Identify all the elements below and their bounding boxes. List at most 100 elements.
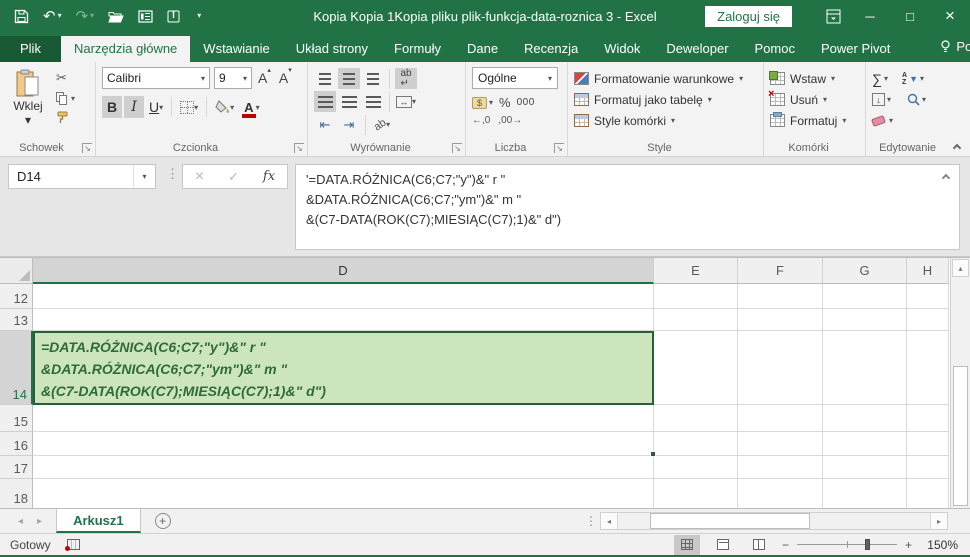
macro-record-icon[interactable] <box>67 539 80 550</box>
autosum-button[interactable]: ∑▾ <box>872 71 888 87</box>
decrease-indent-button[interactable]: ⇤ <box>314 114 336 135</box>
tab-help[interactable]: Pomoc <box>742 36 808 62</box>
sheet-nav-right-icon[interactable]: ▸ <box>37 516 42 527</box>
cell-D15[interactable] <box>33 405 654 432</box>
cell-styles-button[interactable]: Style komórki▾ <box>574 110 759 131</box>
zoom-slider[interactable]: − + <box>782 538 912 552</box>
tab-view[interactable]: Widok <box>591 36 653 62</box>
row-header-14[interactable]: 14 <box>0 331 33 405</box>
cell-G18[interactable] <box>823 479 907 508</box>
save-icon[interactable] <box>14 9 29 24</box>
collapse-formula-bar-icon[interactable] <box>942 174 950 182</box>
cell-G15[interactable] <box>823 405 907 432</box>
name-box[interactable]: D14 ▾ <box>8 164 156 189</box>
cell-D12[interactable] <box>33 284 654 309</box>
zoom-level[interactable]: 150% <box>922 538 958 552</box>
formula-bar-input[interactable]: '=DATA.RÓŻNICA(C6;C7;"y")&" r " &DATA.RÓ… <box>295 164 960 250</box>
increase-indent-button[interactable]: ⇥ <box>338 114 360 135</box>
cell-G12[interactable] <box>823 284 907 309</box>
format-cells-button[interactable]: Formatuj▾ <box>770 110 861 131</box>
cell-E15[interactable] <box>654 405 738 432</box>
row-header-18[interactable]: 18 <box>0 479 33 508</box>
undo-caret-icon[interactable]: ▾ <box>58 12 62 20</box>
cell-H17[interactable] <box>907 456 949 479</box>
cell-H18[interactable] <box>907 479 949 508</box>
percent-style-button[interactable]: % <box>499 95 511 110</box>
column-header-F[interactable]: F <box>738 258 823 284</box>
underline-button[interactable]: U▾ <box>146 96 166 118</box>
orientation-button[interactable]: ab▾ <box>371 114 393 135</box>
align-top-button[interactable] <box>314 68 336 89</box>
new-sheet-icon[interactable]: + <box>155 513 171 529</box>
cell-E17[interactable] <box>654 456 738 479</box>
zoom-out-icon[interactable]: − <box>782 538 789 552</box>
cell-H15[interactable] <box>907 405 949 432</box>
scroll-left-icon[interactable]: ◂ <box>601 513 618 529</box>
insert-cells-button[interactable]: Wstaw▾ <box>770 68 861 89</box>
vertical-scroll-thumb[interactable] <box>953 366 968 506</box>
cell-G13[interactable] <box>823 309 907 331</box>
cell-F18[interactable] <box>738 479 823 508</box>
sign-in-button[interactable]: Zaloguj się <box>705 6 792 27</box>
normal-view-button[interactable] <box>674 535 700 555</box>
name-box-caret-icon[interactable]: ▾ <box>133 165 155 188</box>
row-header-13[interactable]: 13 <box>0 309 33 331</box>
cell-F13[interactable] <box>738 309 823 331</box>
cell-H16[interactable] <box>907 432 949 456</box>
maximize-button[interactable]: □ <box>890 0 930 32</box>
conditional-formatting-button[interactable]: Formatowanie warunkowe▾ <box>574 68 759 89</box>
align-middle-button[interactable] <box>338 68 360 89</box>
tab-formulas[interactable]: Formuły <box>381 36 454 62</box>
tab-review[interactable]: Recenzja <box>511 36 591 62</box>
horizontal-scrollbar[interactable]: ◂ ▸ <box>600 512 948 530</box>
clear-button[interactable]: ▾ <box>872 116 893 125</box>
font-color-button[interactable]: A▾ <box>239 96 262 118</box>
fill-color-button[interactable]: ▾ <box>212 96 237 118</box>
page-layout-view-button[interactable] <box>710 535 736 555</box>
zoom-in-icon[interactable]: + <box>905 538 912 552</box>
customize-qat-icon[interactable]: ▾ <box>195 12 201 20</box>
accounting-format-button[interactable]: $▾ <box>472 97 493 109</box>
cancel-icon[interactable]: × <box>195 168 204 186</box>
fill-button[interactable]: ↓▾ <box>872 93 891 106</box>
format-painter-button[interactable] <box>56 111 75 124</box>
column-header-G[interactable]: G <box>823 258 907 284</box>
enter-icon[interactable]: ✓ <box>228 169 239 185</box>
cell-G14[interactable] <box>823 331 907 405</box>
cell-G17[interactable] <box>823 456 907 479</box>
font-size-select[interactable]: 9▾ <box>214 67 252 89</box>
close-button[interactable]: × <box>930 0 970 32</box>
cell-H13[interactable] <box>907 309 949 331</box>
decrease-font-button[interactable]: A▾ <box>277 70 294 86</box>
clipboard-dialog-launcher[interactable]: ↘ <box>82 143 92 153</box>
cell-E16[interactable] <box>654 432 738 456</box>
column-header-E[interactable]: E <box>654 258 738 284</box>
row-header-12[interactable]: 12 <box>0 284 33 309</box>
insert-function-icon[interactable]: fx <box>263 169 275 184</box>
tell-me-box[interactable]: Powiedz i <box>927 34 970 62</box>
horizontal-scroll-thumb[interactable] <box>650 513 810 529</box>
formula-bar-resizer[interactable]: ⋮ <box>166 166 179 182</box>
row-header-17[interactable]: 17 <box>0 456 33 479</box>
sheet-tab-arkusz1[interactable]: Arkusz1 <box>56 509 141 533</box>
cell-F16[interactable] <box>738 432 823 456</box>
cell-F15[interactable] <box>738 405 823 432</box>
copy-button[interactable]: ▾ <box>56 92 75 105</box>
tab-developer[interactable]: Deweloper <box>653 36 741 62</box>
tab-page-layout[interactable]: Układ strony <box>283 36 381 62</box>
undo-button[interactable]: ↶▾ <box>43 9 62 24</box>
merge-center-button[interactable]: ↔▾ <box>395 91 417 112</box>
tab-power-pivot[interactable]: Power Pivot <box>808 36 903 62</box>
cell-G16[interactable] <box>823 432 907 456</box>
tab-home[interactable]: Narzędzia główne <box>61 36 190 62</box>
tab-data[interactable]: Dane <box>454 36 511 62</box>
decrease-decimal-button[interactable]: ,00→ <box>498 115 522 126</box>
open-file-icon[interactable] <box>108 10 124 23</box>
cell-D16[interactable] <box>33 432 654 456</box>
cell-E12[interactable] <box>654 284 738 309</box>
redo-button[interactable]: ↷▾ <box>76 9 95 24</box>
cell-E18[interactable] <box>654 479 738 508</box>
zoom-thumb[interactable] <box>865 539 870 550</box>
cell-F17[interactable] <box>738 456 823 479</box>
cell-E13[interactable] <box>654 309 738 331</box>
